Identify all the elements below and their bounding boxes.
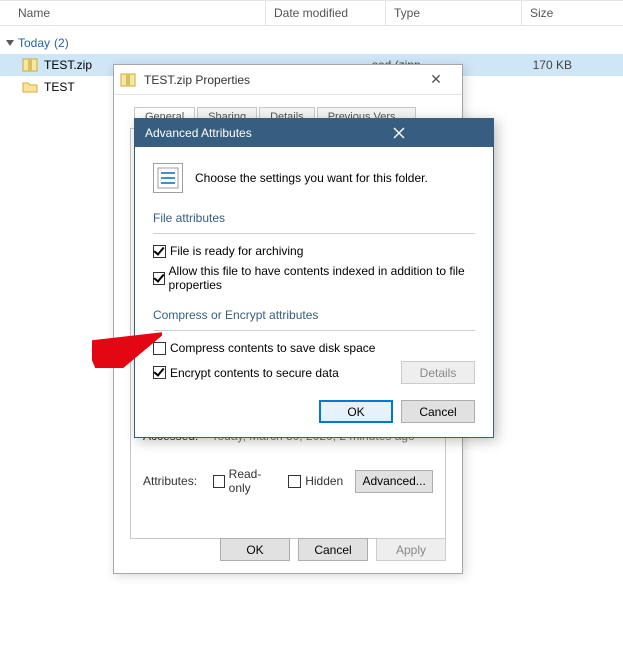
checkbox-archive[interactable]: File is ready for archiving	[153, 244, 303, 258]
checkbox-icon	[153, 272, 165, 285]
checkbox-hidden[interactable]: Hidden	[288, 474, 343, 488]
file-name: TEST.zip	[44, 58, 92, 72]
explorer-column-header: Name Date modified Type Size	[0, 0, 623, 26]
close-icon[interactable]	[314, 122, 483, 144]
group-label: Today	[18, 36, 50, 50]
properties-footer: OK Cancel Apply	[220, 538, 446, 561]
group-file-attributes: File attributes	[153, 211, 475, 225]
checkbox-icon	[288, 475, 301, 488]
checkbox-label: File is ready for archiving	[170, 244, 303, 258]
zip-icon	[22, 57, 38, 73]
checkbox-icon	[153, 342, 166, 355]
ok-button[interactable]: OK	[220, 538, 290, 561]
checkbox-icon	[153, 366, 166, 379]
checkbox-label: Read-only	[229, 467, 277, 495]
advanced-lead-text: Choose the settings you want for this fo…	[195, 171, 428, 185]
chevron-down-icon	[6, 40, 14, 46]
cancel-button[interactable]: Cancel	[298, 538, 368, 561]
details-button[interactable]: Details	[401, 361, 475, 384]
close-icon[interactable]: ✕	[416, 70, 456, 90]
group-count: (2)	[54, 36, 69, 50]
properties-title: TEST.zip Properties	[144, 73, 416, 87]
checkbox-label: Allow this file to have contents indexed…	[169, 264, 475, 292]
checkbox-label: Hidden	[305, 474, 343, 488]
checkbox-icon	[153, 245, 166, 258]
attributes-label: Attributes:	[143, 474, 201, 488]
checkbox-compress[interactable]: Compress contents to save disk space	[153, 341, 375, 355]
advanced-attributes-window: Advanced Attributes Choose the settings …	[134, 118, 494, 438]
advanced-title: Advanced Attributes	[145, 126, 314, 140]
checkbox-icon	[213, 475, 225, 488]
properties-titlebar[interactable]: TEST.zip Properties ✕	[114, 65, 462, 95]
checkbox-readonly[interactable]: Read-only	[213, 467, 276, 495]
checkbox-label: Encrypt contents to secure data	[170, 366, 339, 380]
checkbox-encrypt[interactable]: Encrypt contents to secure data	[153, 366, 339, 380]
col-size[interactable]: Size	[522, 1, 602, 25]
col-type[interactable]: Type	[386, 1, 522, 25]
cancel-button[interactable]: Cancel	[401, 400, 475, 423]
checkbox-label: Compress contents to save disk space	[170, 341, 375, 355]
advanced-titlebar[interactable]: Advanced Attributes	[135, 119, 493, 147]
zip-icon	[120, 72, 136, 88]
col-date[interactable]: Date modified	[266, 1, 386, 25]
col-name[interactable]: Name	[0, 1, 266, 25]
apply-button[interactable]: Apply	[376, 538, 446, 561]
group-header-today[interactable]: Today (2)	[0, 26, 623, 54]
ok-button[interactable]: OK	[319, 400, 393, 423]
checkbox-index[interactable]: Allow this file to have contents indexed…	[153, 264, 475, 292]
attributes-list-icon	[153, 163, 183, 193]
folder-icon	[22, 79, 38, 95]
advanced-button[interactable]: Advanced...	[355, 470, 433, 493]
group-compress-encrypt: Compress or Encrypt attributes	[153, 308, 475, 322]
file-size: 170 KB	[500, 58, 580, 72]
file-name: TEST	[44, 80, 75, 94]
